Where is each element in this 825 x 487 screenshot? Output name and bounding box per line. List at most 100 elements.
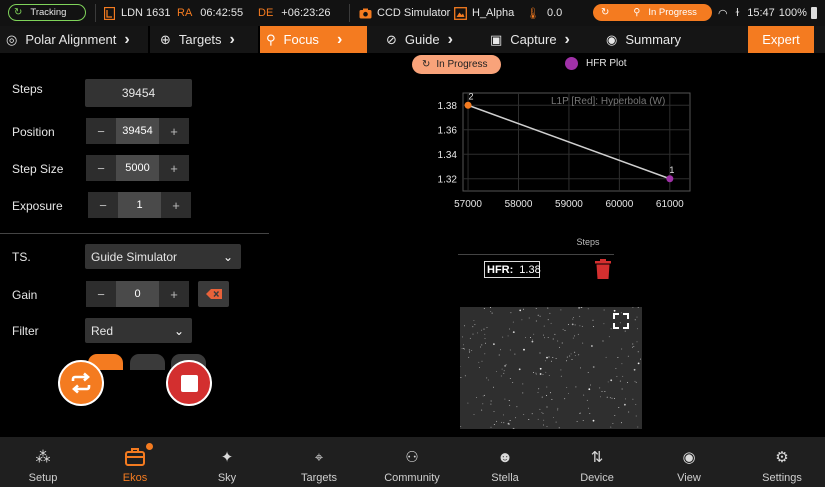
- star: [576, 421, 578, 423]
- hfr-plot-legend[interactable]: HFR Plot: [565, 57, 627, 70]
- star: [509, 349, 511, 351]
- steps-field[interactable]: 39454: [85, 79, 192, 107]
- star: [537, 314, 539, 316]
- star: [603, 323, 605, 325]
- tab-label: Focus: [283, 32, 319, 47]
- nav-settings[interactable]: ⚙ Settings: [736, 437, 825, 487]
- tab-capture[interactable]: ▣ Capture ›: [484, 26, 584, 53]
- position-decrement-button[interactable]: −: [86, 118, 116, 144]
- nav-sky[interactable]: ✦ Sky: [181, 437, 273, 487]
- star: [606, 396, 608, 398]
- step-size-value[interactable]: 5000: [116, 155, 159, 181]
- nav-ekos[interactable]: Ekos: [89, 437, 181, 487]
- tab-polar-alignment[interactable]: ◎ Polar Alignment ›: [0, 26, 148, 53]
- star: [567, 392, 569, 394]
- star: [512, 427, 515, 429]
- gain-decrement-button[interactable]: −: [86, 281, 116, 307]
- star: [574, 324, 576, 326]
- stop-button[interactable]: [166, 360, 212, 406]
- star: [472, 326, 474, 328]
- nav-setup[interactable]: ⁂ Setup: [0, 437, 89, 487]
- star: [501, 368, 503, 370]
- star: [464, 348, 465, 350]
- mode-chip[interactable]: [130, 354, 165, 370]
- gain-increment-button[interactable]: +: [159, 281, 189, 307]
- star: [624, 330, 626, 332]
- mount-info[interactable]: LDN 1631: [104, 0, 171, 26]
- star: [471, 349, 473, 351]
- tab-summary[interactable]: ◉ Summary: [600, 26, 700, 53]
- tab-targets[interactable]: ⊕ Targets ›: [154, 26, 258, 53]
- filter-info[interactable]: H_Alpha: [454, 0, 514, 26]
- hfr-chart: 1.32 1.34 1.36 1.38 57000 58000 59000 60000 610…: [438, 91, 691, 247]
- star: [592, 326, 594, 327]
- tracking-status-pill[interactable]: ↻ Tracking: [8, 4, 86, 21]
- mount-icon: [104, 6, 115, 20]
- nav-stella[interactable]: ☻ Stella: [459, 437, 551, 487]
- filter-name: H_Alpha: [472, 7, 515, 19]
- nav-view[interactable]: ◉ View: [643, 437, 735, 487]
- repeat-icon: [71, 372, 91, 394]
- star: [522, 308, 524, 310]
- ts-select[interactable]: Guide Simulator ⌄: [85, 244, 241, 269]
- star: [574, 335, 576, 337]
- star: [547, 337, 549, 339]
- star: [567, 324, 569, 325]
- nav-device[interactable]: ⇅ Device: [551, 437, 643, 487]
- position-increment-button[interactable]: +: [159, 118, 189, 144]
- star: [473, 319, 475, 321]
- focus-status-pill[interactable]: ↻ ⚲ In Progress: [593, 4, 712, 21]
- gain-value[interactable]: 0: [116, 281, 159, 307]
- star: [531, 340, 534, 343]
- star: [472, 333, 474, 335]
- star: [635, 403, 637, 405]
- star: [487, 379, 489, 381]
- position-value[interactable]: 39454: [116, 118, 159, 144]
- star: [493, 343, 495, 345]
- star: [496, 420, 498, 422]
- refresh-icon: ↻: [422, 59, 431, 70]
- gain-clear-button[interactable]: [198, 281, 229, 307]
- exposure-increment-button[interactable]: +: [161, 192, 191, 218]
- position-stepper: − 39454 +: [86, 118, 189, 144]
- star: [516, 406, 518, 408]
- star: [523, 413, 525, 415]
- star: [564, 329, 566, 331]
- tab-guide[interactable]: ⊘ Guide ›: [380, 26, 470, 53]
- star: [611, 397, 613, 399]
- exposure-decrement-button[interactable]: −: [88, 192, 118, 218]
- legend-label: HFR Plot: [586, 58, 627, 69]
- star: [500, 349, 502, 351]
- trash-icon[interactable]: [594, 259, 612, 279]
- star: [460, 425, 462, 427]
- nav-targets[interactable]: ⌖ Targets: [273, 437, 365, 487]
- battery-icon: [810, 7, 817, 19]
- chart-grid: [462, 92, 691, 192]
- camera-info[interactable]: CCD Simulator: [359, 0, 450, 26]
- loop-button[interactable]: [58, 360, 104, 406]
- star: [582, 419, 584, 421]
- step-size-increment-button[interactable]: +: [159, 155, 189, 181]
- star: [573, 317, 575, 318]
- expert-button[interactable]: Expert: [748, 26, 814, 53]
- exposure-value[interactable]: 1: [118, 192, 161, 218]
- filter-select[interactable]: Red ⌄: [85, 318, 192, 343]
- filter-wheel-icon: [454, 6, 467, 20]
- star: [525, 337, 527, 339]
- fullscreen-icon[interactable]: [613, 313, 629, 329]
- nav-label: Setup: [28, 472, 58, 484]
- star: [560, 375, 562, 377]
- nav-label: Targets: [300, 472, 338, 484]
- star: [504, 398, 506, 400]
- star: [539, 408, 541, 410]
- star: [578, 354, 580, 356]
- star: [479, 367, 480, 369]
- star: [634, 380, 636, 382]
- star: [478, 361, 480, 363]
- step-size-decrement-button[interactable]: −: [86, 155, 116, 181]
- tab-focus[interactable]: ⚲ Focus ›: [260, 26, 367, 53]
- focus-status-text: In Progress: [436, 59, 488, 70]
- star: [627, 355, 629, 357]
- nav-community[interactable]: ⚇ Community: [366, 437, 458, 487]
- tab-label: Polar Alignment: [25, 32, 117, 47]
